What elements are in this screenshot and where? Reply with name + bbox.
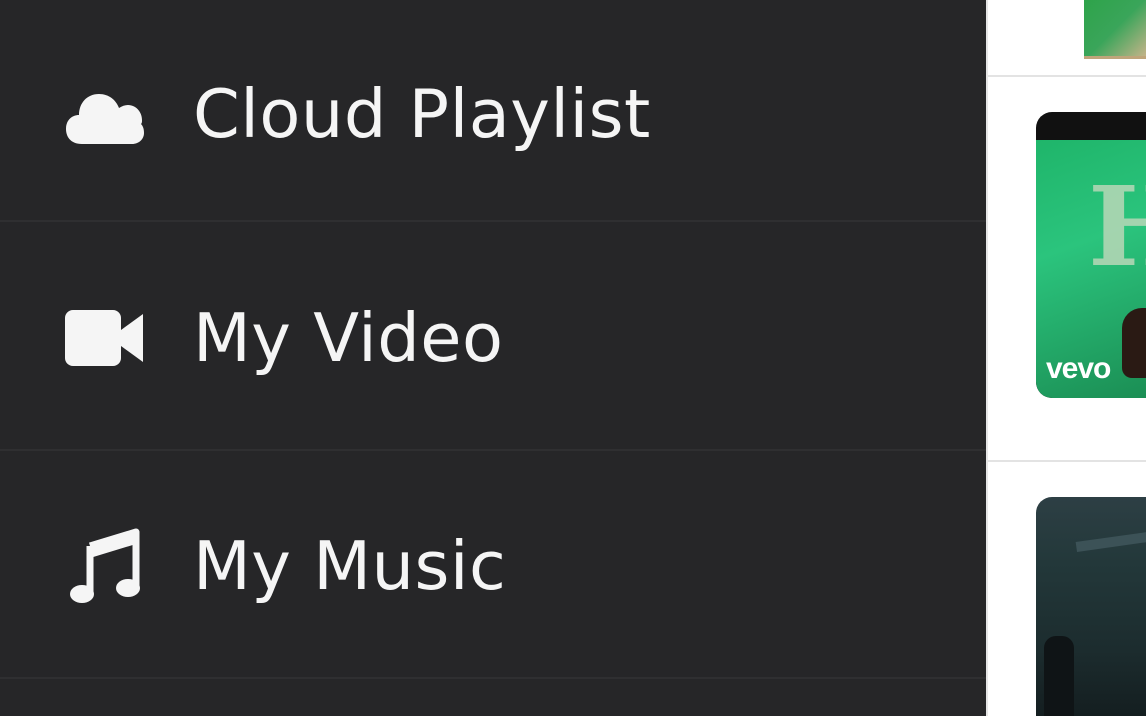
row-divider <box>988 460 1146 462</box>
divider <box>0 220 986 222</box>
thumbnail-person <box>1122 308 1146 378</box>
video-list-panel: H vevo <box>986 0 1146 716</box>
video-thumbnail[interactable]: H vevo <box>1036 112 1146 398</box>
navigation-drawer: Cloud Playlist My Video My Music <box>0 0 986 716</box>
thumbnail-person <box>1044 636 1074 716</box>
video-thumbnail[interactable] <box>1084 0 1146 59</box>
menu-item-my-music[interactable]: My Music <box>0 452 986 680</box>
cloud-icon <box>62 79 146 149</box>
video-thumbnail[interactable] <box>1036 497 1146 716</box>
thumbnail-artwork: H <box>1088 162 1146 291</box>
vevo-badge: vevo <box>1046 352 1111 385</box>
menu-item-label: My Music <box>193 526 507 605</box>
thumbnail-detail <box>1075 532 1146 552</box>
music-note-icon <box>62 528 146 603</box>
video-camera-icon <box>62 303 146 373</box>
menu-item-cloud-playlist[interactable]: Cloud Playlist <box>0 0 986 228</box>
menu-item-label: Cloud Playlist <box>193 74 651 153</box>
row-divider <box>988 75 1146 77</box>
divider <box>0 449 986 451</box>
menu-item-my-video[interactable]: My Video <box>0 224 986 452</box>
divider <box>0 677 986 679</box>
menu-item-label: My Video <box>193 298 504 377</box>
